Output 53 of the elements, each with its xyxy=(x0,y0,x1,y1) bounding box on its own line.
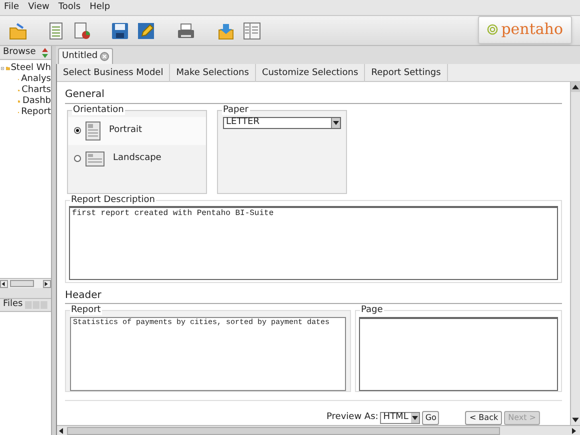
horizontal-scrollbar[interactable] xyxy=(57,425,580,435)
format-dropdown[interactable]: HTML xyxy=(380,412,420,424)
panel-title: Files xyxy=(3,298,23,312)
preview-label: Preview As: xyxy=(326,411,378,424)
section-title: Header xyxy=(65,290,102,300)
portrait-page-icon xyxy=(85,120,101,140)
group-title: Page xyxy=(360,305,384,315)
document-chart-icon[interactable] xyxy=(72,20,92,40)
document-tab[interactable]: Untitled xyxy=(58,48,113,64)
section-title: General xyxy=(65,89,104,100)
scroll-left-icon[interactable] xyxy=(0,280,8,288)
dropdown-arrow-icon[interactable] xyxy=(331,118,340,128)
pentaho-logo: pentaho xyxy=(478,16,572,44)
edit-icon[interactable] xyxy=(136,20,156,40)
radio-label: Portrait xyxy=(109,124,142,137)
go-button[interactable]: Go xyxy=(422,411,440,425)
wizard-step[interactable]: Report Settings xyxy=(365,64,448,82)
scroll-up-icon[interactable] xyxy=(571,82,580,92)
back-button[interactable]: < Back xyxy=(465,411,502,425)
panel-title: Browse xyxy=(3,46,36,59)
collapse-toggle[interactable] xyxy=(1,65,4,72)
page-header-text-area[interactable] xyxy=(359,317,558,391)
scrollbar-thumb[interactable] xyxy=(10,280,34,287)
tree-item[interactable]: Report xyxy=(21,106,51,120)
layout-icon[interactable] xyxy=(242,20,262,40)
menu-item[interactable]: View xyxy=(28,0,50,14)
group-title: Report Description xyxy=(70,194,156,204)
menu-item[interactable]: Help xyxy=(90,0,110,14)
scroll-down-icon[interactable] xyxy=(571,415,580,425)
group-title: Orientation xyxy=(72,104,125,114)
tree-item[interactable]: Dashb xyxy=(22,94,51,108)
wizard-step[interactable]: Select Business Model xyxy=(57,64,170,82)
description-text-area[interactable]: first report created with Pentaho BI-Suite xyxy=(69,206,558,280)
refresh-icon[interactable] xyxy=(42,48,48,58)
menu-item[interactable]: Tools xyxy=(58,0,81,14)
tree-item[interactable]: Steel Wh xyxy=(10,62,51,76)
tree-item[interactable]: Charts xyxy=(22,84,51,98)
radio-button[interactable] xyxy=(74,127,81,134)
wizard-step[interactable]: Customize Selections xyxy=(256,64,366,82)
paper-dropdown[interactable]: LETTER xyxy=(223,116,341,128)
save-icon[interactable] xyxy=(110,20,130,40)
wizard-step[interactable]: Make Selections xyxy=(170,64,256,82)
group-title: Report xyxy=(70,305,102,315)
landscape-page-icon xyxy=(85,150,105,166)
radio-button[interactable] xyxy=(74,155,81,162)
group-title: Paper xyxy=(222,104,250,114)
vertical-scrollbar[interactable] xyxy=(570,82,580,425)
close-icon[interactable] xyxy=(100,52,109,61)
dropdown-arrow-icon[interactable] xyxy=(411,413,420,423)
radio-label: Landscape xyxy=(113,152,162,165)
menu-item[interactable]: File xyxy=(4,0,20,14)
printer-icon[interactable] xyxy=(176,20,196,40)
tree-item[interactable]: Analys xyxy=(21,72,51,86)
